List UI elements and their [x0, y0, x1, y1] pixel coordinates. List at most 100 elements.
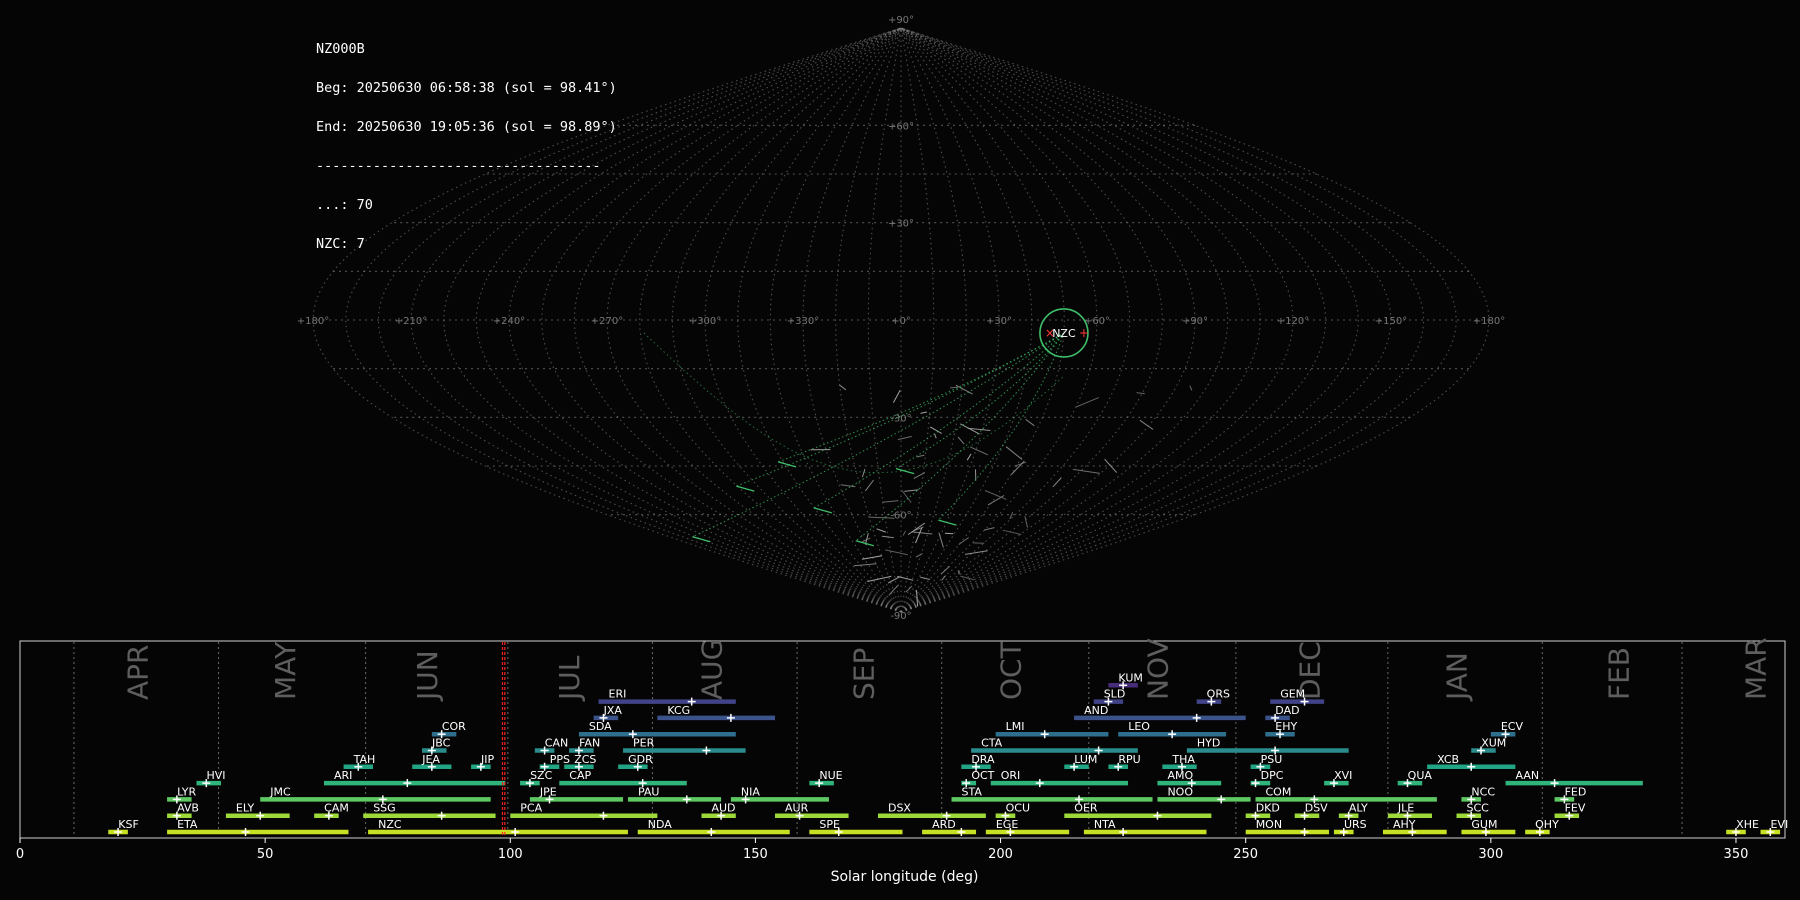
month-label: AUG — [695, 639, 728, 700]
sporadic-trail — [915, 553, 923, 558]
longitude-tick-label: +150° — [1375, 316, 1407, 327]
shower-label: JLE — [1397, 802, 1414, 815]
longitude-tick-label: +90° — [1182, 316, 1208, 327]
x-tick-label: 0 — [16, 847, 24, 862]
sporadic-trail — [934, 433, 937, 439]
shower-label: LEO — [1128, 720, 1150, 733]
shower-trail — [813, 507, 832, 514]
sporadic-trail — [1002, 529, 1022, 535]
month-label: APR — [122, 645, 155, 701]
shower-label: ARI — [334, 769, 352, 782]
sporadic-trail — [1025, 418, 1035, 427]
shower-label: NDA — [648, 818, 673, 831]
shower-label: AAN — [1516, 769, 1540, 782]
shower-label: PER — [633, 737, 655, 750]
shower-label: ORI — [1001, 769, 1021, 782]
latitude-tick-label: -30° — [890, 413, 911, 424]
shower-label: ALY — [1349, 802, 1368, 815]
shower-label: MON — [1256, 818, 1282, 831]
shower-label: AND — [1084, 704, 1108, 717]
shower-label: ETA — [177, 818, 198, 831]
sporadic-trail — [920, 576, 931, 580]
shower-label: THA — [1171, 753, 1195, 766]
shower-label: NZC — [378, 818, 402, 831]
shower-label: FED — [1565, 785, 1587, 798]
sky-map: +180° +150° +120° +90° +60° +30° +0° +330° +300°… — [297, 15, 1505, 622]
sporadic-trail — [944, 532, 954, 535]
sporadic-trail — [916, 454, 925, 458]
shower-label: FAN — [579, 737, 600, 750]
month-label: JUL — [553, 655, 586, 702]
longitude-tick-label: +0° — [891, 316, 911, 327]
shower-label: LMI — [1006, 720, 1025, 733]
sporadic-trail — [966, 453, 972, 461]
shower-label: KSF — [118, 818, 139, 831]
shower-label: ARD — [932, 818, 956, 831]
sporadic-trail — [957, 436, 965, 445]
shower-track — [895, 332, 1065, 470]
meridian-line — [900, 27, 1065, 613]
sporadic-trail — [865, 479, 874, 492]
shower-timeline: APR MAY JUN JUL AUG SEP OCT NOV DEC JAN FEB MARKUME… — [16, 637, 1788, 885]
sporadic-trail — [950, 386, 961, 389]
shower-label: QUA — [1408, 769, 1433, 782]
x-tick-label: 100 — [498, 847, 523, 862]
shower-label: XUM — [1481, 737, 1506, 750]
shower-label: COR — [442, 720, 466, 733]
shower-track — [938, 332, 1065, 521]
shower-label: GDR — [628, 753, 653, 766]
x-tick-label: 300 — [1478, 847, 1503, 862]
sporadic-trail — [861, 468, 866, 478]
sporadic-trail — [913, 472, 926, 479]
shower-label: RPU — [1118, 753, 1140, 766]
shower-label: KCG — [667, 704, 690, 717]
shower-label: LYR — [177, 785, 196, 798]
sporadic-trail — [964, 550, 988, 555]
meteor-trails — [692, 332, 1193, 607]
sporadic-trail — [1136, 392, 1145, 395]
latitude-tick-label: +30° — [888, 219, 914, 230]
latitude-tick-label: -60° — [890, 511, 911, 522]
sporadic-trail — [1139, 419, 1154, 430]
shower-label: STA — [962, 785, 983, 798]
shower-label: AVB — [177, 802, 199, 815]
shower-label: PAU — [638, 785, 660, 798]
shower-label: OER — [1074, 802, 1098, 815]
sporadic-trail — [885, 549, 908, 556]
month-label: JAN — [1441, 652, 1474, 702]
shower-label: JIP — [480, 753, 494, 766]
meridian-line — [900, 27, 1196, 613]
longitude-tick-label: +180° — [1473, 316, 1505, 327]
sporadic-trail — [958, 537, 969, 545]
longitude-tick-label: +300° — [689, 316, 721, 327]
shower-label: NIA — [741, 785, 760, 798]
latitude-tick-label: +60° — [888, 121, 914, 132]
shower-label: LUM — [1074, 753, 1097, 766]
sporadic-trail — [902, 530, 907, 536]
shower-label: URS — [1344, 818, 1367, 831]
shower-label: AUR — [785, 802, 809, 815]
x-tick-label: 200 — [988, 847, 1013, 862]
month-label: NOV — [1141, 638, 1174, 700]
latitude-tick-label: -90° — [890, 611, 911, 622]
sporadic-trail — [955, 384, 973, 395]
shower-label: CTA — [981, 737, 1003, 750]
shower-label: PPS — [550, 753, 570, 766]
sporadic-trail — [1024, 516, 1028, 528]
shower-label: PSU — [1261, 753, 1283, 766]
sporadic-trail — [881, 535, 894, 539]
sporadic-trail — [938, 532, 944, 548]
radiant-label: NZC — [1052, 327, 1076, 340]
shower-label: OHY — [1535, 818, 1559, 831]
shower-label: COM — [1266, 785, 1292, 798]
month-label: SEP — [847, 648, 880, 700]
shower-label: JXA — [603, 704, 623, 717]
sporadic-trail — [983, 527, 995, 531]
meridian-line — [606, 27, 902, 613]
sporadic-trail — [861, 555, 883, 560]
shower-label: PCA — [520, 802, 542, 815]
shower-label: AHY — [1393, 818, 1416, 831]
longitude-tick-label: +180° — [297, 316, 329, 327]
month-label: JUN — [411, 650, 444, 702]
shower-label: OCU — [1006, 802, 1030, 815]
